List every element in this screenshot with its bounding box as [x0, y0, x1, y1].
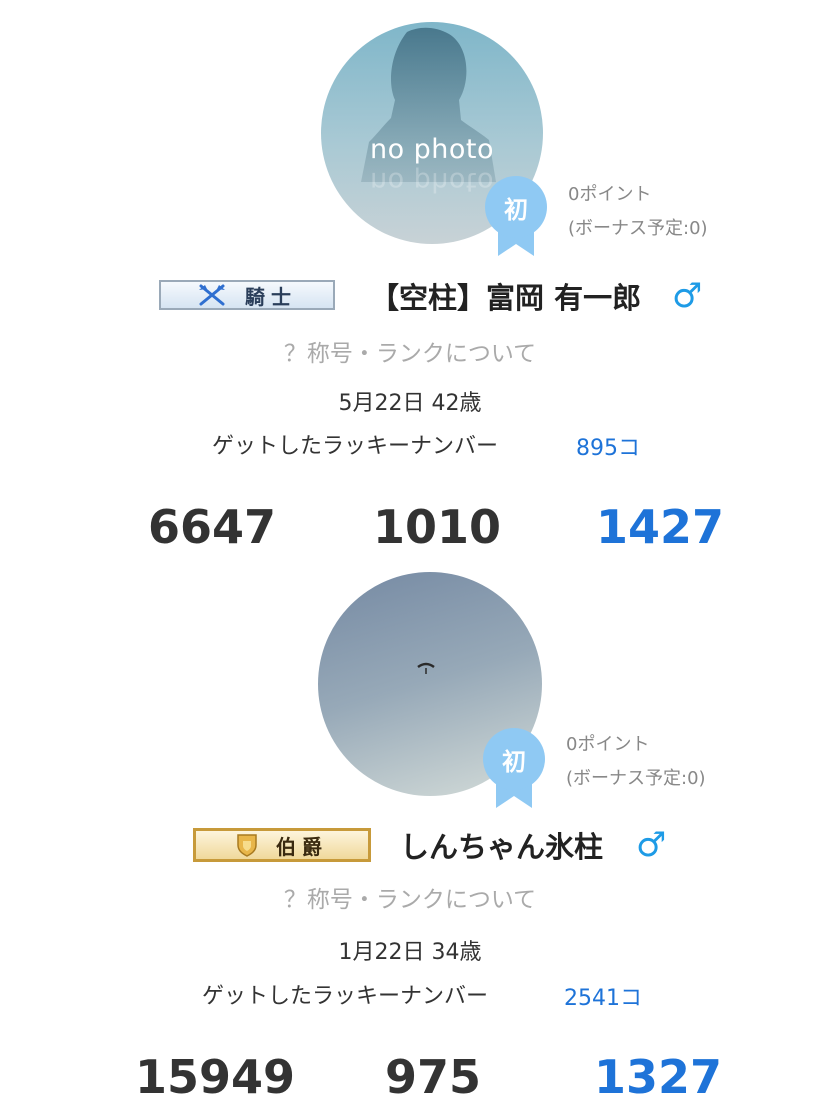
points-info: 0ポイント (ボーナス予定:0)	[566, 728, 706, 796]
user-name[interactable]: 【空柱】富岡 有一郎	[370, 275, 641, 317]
rank-title-tag[interactable]: 伯爵	[193, 828, 371, 862]
badge-circle: 初	[483, 728, 545, 790]
rank-help-link[interactable]: ？称号・ランクについて	[0, 334, 830, 368]
stat-value-2: 975	[385, 1050, 482, 1104]
male-icon: ♂	[636, 825, 667, 865]
badge-circle: 初	[485, 176, 547, 238]
shield-icon	[236, 833, 258, 857]
rank-label: 騎士	[245, 284, 297, 309]
bonus-text: (ボーナス予定:0)	[568, 218, 708, 239]
stat-value-1: 15949	[135, 1050, 296, 1104]
stat-value-1: 6647	[148, 500, 277, 554]
rank-help-link[interactable]: ？称号・ランクについて	[0, 880, 830, 914]
user-name[interactable]: しんちゃん氷柱	[400, 824, 603, 866]
points-info: 0ポイント (ボーナス予定:0)	[568, 178, 708, 246]
male-icon: ♂	[672, 276, 703, 316]
lucky-number-count[interactable]: 2541コ	[564, 980, 642, 1012]
lucky-number-label: ゲットしたラッキーナンバー	[212, 434, 499, 459]
crossed-axes-icon	[197, 284, 227, 306]
birthday-age: 1月22日 34歳	[338, 940, 482, 965]
rank-title-tag[interactable]: 騎士	[159, 280, 335, 310]
rank-label: 伯爵	[276, 834, 328, 859]
points-text: 0ポイント	[568, 184, 652, 205]
stat-value-3[interactable]: 1427	[596, 500, 724, 554]
points-text: 0ポイント	[566, 734, 650, 755]
birthday-age: 5月22日 42歳	[338, 391, 482, 416]
stat-value-3[interactable]: 1327	[594, 1050, 722, 1104]
lucky-number-count[interactable]: 895コ	[576, 430, 640, 462]
no-photo-label: no photo	[369, 134, 495, 165]
stat-value-2: 1010	[373, 500, 502, 554]
bonus-text: (ボーナス予定:0)	[566, 768, 706, 789]
lucky-number-label: ゲットしたラッキーナンバー	[202, 984, 489, 1009]
